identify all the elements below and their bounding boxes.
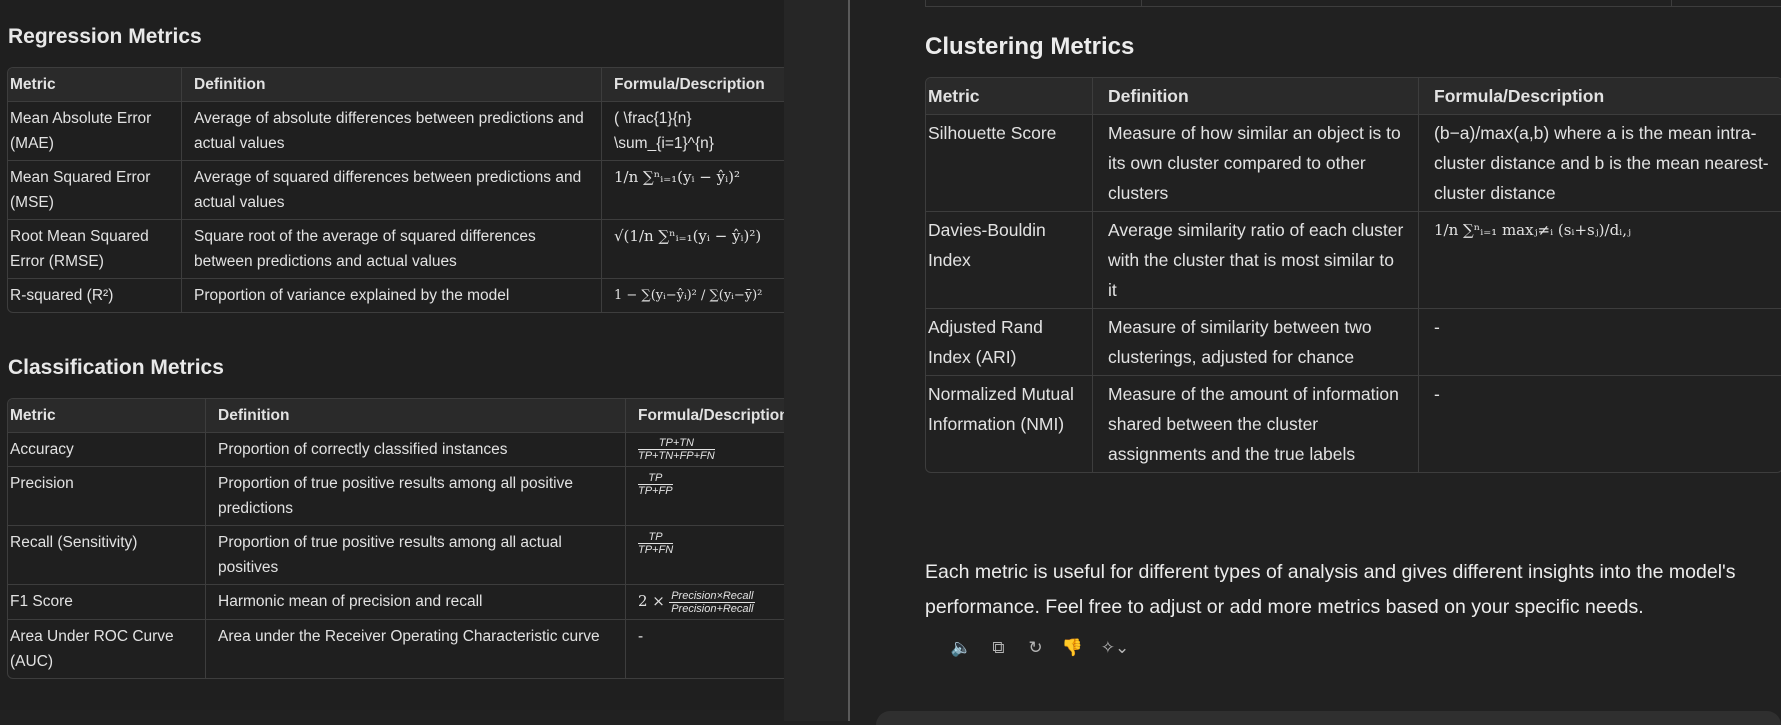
table-row: Root Mean Squared Error (RMSE) Square ro… <box>8 220 784 279</box>
table-row: F1 Score Harmonic mean of precision and … <box>8 585 784 620</box>
definition-cell: Proportion of correctly classified insta… <box>206 433 626 468</box>
metric-cell: Normalized Mutual Information (NMI) <box>926 376 1093 472</box>
col-header-definition: Definition <box>1093 78 1419 115</box>
col-header-formula: Formula/Description <box>1419 78 1781 115</box>
metric-cell: F1 Score <box>8 585 206 620</box>
regression-table: Metric Definition Formula/Description Me… <box>7 67 784 313</box>
fraction: TP+TN TP+TN+FP+FN <box>638 437 715 463</box>
formula-cell: - <box>1434 384 1440 404</box>
table-row: Normalized Mutual Information (NMI) Meas… <box>926 376 1781 472</box>
table-row: Adjusted Rand Index (ARI) Measure of sim… <box>926 309 1781 376</box>
formula-cell: 1/n ∑ⁿᵢ₌₁ maxⱼ≠ᵢ (sᵢ+sⱼ)/dᵢ,ⱼ <box>1419 212 1781 309</box>
definition-cell: Harmonic mean of precision and recall <box>206 585 626 620</box>
metric-cell: Recall (Sensitivity) <box>8 526 206 586</box>
col-header-metric: Metric <box>8 399 206 433</box>
sparkle-model-icon[interactable]: ✧⌄ <box>1098 636 1132 659</box>
formula-cell: - <box>1419 309 1781 376</box>
table-row: Silhouette Score Measure of how similar … <box>926 115 1781 212</box>
classification-heading: Classification Metrics <box>8 356 224 379</box>
definition-cell: Measure of the amount of information sha… <box>1093 376 1419 472</box>
formula-cell: √(1/n ∑ⁿᵢ₌₁(yᵢ − ŷᵢ)²) <box>602 220 784 279</box>
formula-cell: - <box>638 627 644 645</box>
composer-edge <box>876 711 1781 725</box>
col-header-definition: Definition <box>206 399 626 433</box>
table-row: Mean Absolute Error (MAE) Average of abs… <box>8 102 784 161</box>
metric-cell: R-squared (R²) <box>8 279 182 312</box>
definition-cell: Average similarity ratio of each cluster… <box>1093 212 1419 309</box>
formula-cell: 1/n ∑ⁿᵢ₌₁(yᵢ − ŷᵢ)² <box>602 161 784 220</box>
definition-cell: Proportion of variance explained by the … <box>182 279 602 312</box>
classification-table: Metric Definition Formula/Description Ac… <box>7 398 784 679</box>
definition-cell: Average of absolute differences between … <box>182 102 602 161</box>
definition-cell: Area under the Receiver Operating Charac… <box>206 619 626 678</box>
definition-cell: Measure of similarity between two cluste… <box>1093 309 1419 376</box>
definition-cell: Square root of the average of squared di… <box>182 220 602 279</box>
closing-paragraph: Each metric is useful for different type… <box>925 561 1736 618</box>
metric-cell: Accuracy <box>8 433 206 468</box>
col-header-definition: Definition <box>182 68 602 102</box>
thumbs-down-icon[interactable]: 👎 <box>1061 636 1084 659</box>
copy-icon[interactable]: ⧉ <box>987 636 1010 659</box>
table-row: Davies-Bouldin Index Average similarity … <box>926 212 1781 309</box>
formula-cell: TP+TN TP+TN+FP+FN <box>626 433 784 468</box>
metric-cell: Silhouette Score <box>926 115 1093 212</box>
metric-cell: Mean Absolute Error (MAE) <box>8 102 182 161</box>
regression-heading: Regression Metrics <box>8 25 202 48</box>
read-aloud-icon[interactable]: 🔈 <box>950 636 973 659</box>
col-header-metric: Metric <box>926 78 1093 115</box>
table-row: Precision Proportion of true positive re… <box>8 467 784 527</box>
formula-cell: TP TP+FN <box>626 526 784 586</box>
message-actions: 🔈 ⧉ ↻ 👎 ✧⌄ <box>950 636 1132 659</box>
definition-cell: Proportion of true positive results amon… <box>206 526 626 586</box>
col-header-formula: Formula/Description <box>626 399 784 433</box>
fraction: TP TP+FP <box>638 471 673 497</box>
table-row: Mean Squared Error (MSE) Average of squa… <box>8 161 784 220</box>
fraction: TP TP+FN <box>638 530 674 556</box>
chat-panel: Clustering Metrics Metric Definition For… <box>850 0 1781 725</box>
formula-cell: TP TP+FP <box>626 467 784 527</box>
table-row: Accuracy Proportion of correctly classif… <box>8 433 784 468</box>
formula-cell: 2 × Precision×Recall Precision+Recall <box>626 585 784 620</box>
definition-cell: Measure of how similar an object is to i… <box>1093 115 1419 212</box>
left-panel: Regression Metrics Metric Definition For… <box>0 0 784 710</box>
formula-cell: (b−a)/max(a,b) where a is the mean intra… <box>1419 115 1781 212</box>
metric-cell: Precision <box>8 467 206 527</box>
panel-gutter <box>784 0 848 721</box>
previous-table-bottom <box>925 0 1781 7</box>
clustering-table: Metric Definition Formula/Description Si… <box>925 77 1781 473</box>
table-row: R-squared (R²) Proportion of variance ex… <box>8 279 784 312</box>
fraction: Precision×Recall Precision+Recall <box>669 589 756 615</box>
metric-cell: Davies-Bouldin Index <box>926 212 1093 309</box>
metric-cell: Mean Squared Error (MSE) <box>8 161 182 220</box>
formula-cell: 1 − ∑(yᵢ−ŷᵢ)² / ∑(yᵢ−ȳ)² <box>614 288 763 303</box>
table-row: Area Under ROC Curve (AUC) Area under th… <box>8 619 784 678</box>
table-row: Recall (Sensitivity) Proportion of true … <box>8 526 784 586</box>
formula-cell: ( \frac{1}{n} \sum_{i=1}^{n} <box>602 102 784 161</box>
regenerate-icon[interactable]: ↻ <box>1024 636 1047 659</box>
definition-cell: Average of squared differences between p… <box>182 161 602 220</box>
metric-cell: Adjusted Rand Index (ARI) <box>926 309 1093 376</box>
col-header-metric: Metric <box>8 68 182 102</box>
clustering-heading: Clustering Metrics <box>925 33 1135 60</box>
metric-cell: Root Mean Squared Error (RMSE) <box>8 220 182 279</box>
definition-cell: Proportion of true positive results amon… <box>206 467 626 527</box>
metric-cell: Area Under ROC Curve (AUC) <box>8 619 206 678</box>
col-header-formula: Formula/Description <box>602 68 784 102</box>
